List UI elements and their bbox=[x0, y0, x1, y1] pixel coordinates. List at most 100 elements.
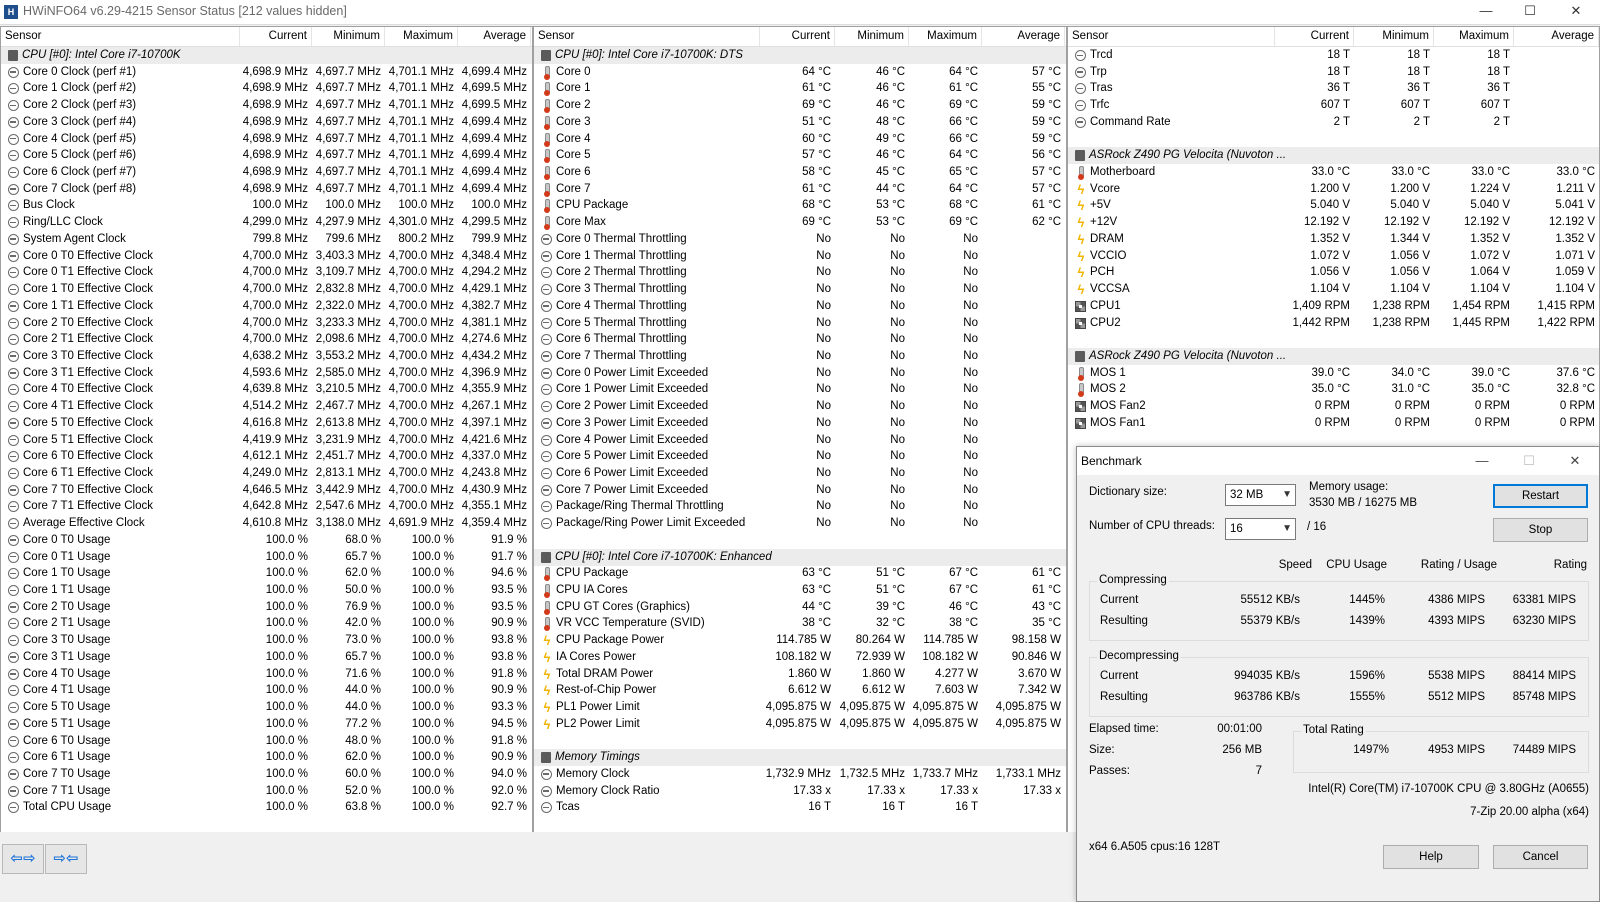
sensor-row[interactable]: MOS 2 35.0 °C 31.0 °C 35.0 °C 32.8 °C bbox=[1068, 381, 1599, 398]
sensor-row[interactable]: Core 4 T1 Effective Clock 4,514.2 MHz 2,46… bbox=[1, 398, 532, 415]
sensor-row[interactable]: Core 2 T1 Effective Clock 4,700.0 MHz 2,09… bbox=[1, 331, 532, 348]
help-button[interactable]: Help bbox=[1383, 845, 1479, 869]
cancel-button[interactable]: Cancel bbox=[1493, 845, 1588, 869]
sensor-row[interactable]: Core 6 Clock (perf #7) 4,698.9 MHz 4,697.7… bbox=[1, 164, 532, 181]
sensor-group-header[interactable]: CPU [#0]: Intel Core i7-10700K bbox=[1, 47, 532, 64]
sensor-row[interactable]: Core 0 Power Limit Exceeded No No No bbox=[534, 365, 1066, 382]
col-minimum[interactable]: Minimum bbox=[835, 27, 909, 46]
sensor-row[interactable]: Core 5 Thermal Throttling No No No bbox=[534, 315, 1066, 332]
sensor-group-header[interactable]: CPU [#0]: Intel Core i7-10700K: DTS bbox=[534, 47, 1066, 64]
sensor-row[interactable]: Core 1 Power Limit Exceeded No No No bbox=[534, 381, 1066, 398]
benchmark-close-button[interactable]: ✕ bbox=[1555, 449, 1595, 473]
sensor-row[interactable]: Core 0 64 °C 46 °C 64 °C 57 °C bbox=[534, 64, 1066, 81]
sensor-row[interactable]: Core 6 T1 Effective Clock 4,249.0 MHz 2,81… bbox=[1, 465, 532, 482]
sensor-row[interactable]: Package/Ring Power Limit Exceeded No No No bbox=[534, 515, 1066, 532]
sensor-row[interactable]: CPU1 1,409 RPM 1,238 RPM 1,454 RPM 1,415 RPM bbox=[1068, 298, 1599, 315]
nav-collapse-button[interactable]: ⇨⇦ bbox=[45, 844, 87, 874]
col-average[interactable]: Average bbox=[458, 27, 531, 46]
sensor-row[interactable]: Core 0 Clock (perf #1) 4,698.9 MHz 4,697.7… bbox=[1, 64, 532, 81]
sensor-row[interactable]: CPU2 1,442 RPM 1,238 RPM 1,445 RPM 1,422 RPM bbox=[1068, 315, 1599, 332]
sensor-row[interactable]: Core 3 T1 Effective Clock 4,593.6 MHz 2,58… bbox=[1, 365, 532, 382]
sensor-row[interactable]: Total CPU Usage 100.0 % 63.8 % 100.0 % 92.7 … bbox=[1, 799, 532, 816]
sensor-row[interactable]: Core 5 Power Limit Exceeded No No No bbox=[534, 448, 1066, 465]
sensor-row[interactable]: System Agent Clock 799.8 MHz 799.6 MHz 800.… bbox=[1, 231, 532, 248]
sensor-row[interactable]: Core 5 T0 Effective Clock 4,616.8 MHz 2,61… bbox=[1, 415, 532, 432]
sensor-row[interactable]: Package/Ring Thermal Throttling No No No bbox=[534, 498, 1066, 515]
sensor-row[interactable]: Core 2 Clock (perf #3) 4,698.9 MHz 4,697.7… bbox=[1, 97, 532, 114]
sensor-row[interactable]: Core 7 Power Limit Exceeded No No No bbox=[534, 482, 1066, 499]
col-current[interactable]: Current bbox=[1275, 27, 1354, 46]
sensor-row[interactable]: Memory Clock 1,732.9 MHz 1,732.5 MHz 1,733.… bbox=[534, 766, 1066, 783]
sensor-row[interactable]: Core 4 T0 Effective Clock 4,639.8 MHz 3,21… bbox=[1, 381, 532, 398]
minimize-button[interactable]: — bbox=[1466, 0, 1506, 24]
sensor-row[interactable]: Core 6 Power Limit Exceeded No No No bbox=[534, 465, 1066, 482]
sensor-row[interactable]: Core 1 T0 Effective Clock 4,700.0 MHz 2,83… bbox=[1, 281, 532, 298]
sensor-row[interactable]: Core 3 T0 Usage 100.0 % 73.0 % 100.0 % 93.8 … bbox=[1, 632, 532, 649]
sensor-row[interactable]: Core 3 Thermal Throttling No No No bbox=[534, 281, 1066, 298]
sensor-row[interactable]: Core 7 T0 Usage 100.0 % 60.0 % 100.0 % 94.0 … bbox=[1, 766, 532, 783]
sensor-row[interactable]: ϟ PL2 Power Limit 4,095.875 W 4,095.875 W 4,… bbox=[534, 716, 1066, 733]
sensor-row[interactable]: Core 2 T1 Usage 100.0 % 42.0 % 100.0 % 90.9 … bbox=[1, 615, 532, 632]
sensor-group-header[interactable]: ASRock Z490 PG Velocita (Nuvoton ... bbox=[1068, 347, 1599, 365]
sensor-row[interactable]: Core 7 T1 Effective Clock 4,642.8 MHz 2,54… bbox=[1, 498, 532, 515]
sensor-row[interactable]: Core 0 T0 Usage 100.0 % 68.0 % 100.0 % 91.9 … bbox=[1, 532, 532, 549]
col-current[interactable]: Current bbox=[760, 27, 835, 46]
sensor-row[interactable]: Core 6 T0 Usage 100.0 % 48.0 % 100.0 % 91.8 … bbox=[1, 733, 532, 750]
cpu-threads-select[interactable]: 16 ▼ bbox=[1225, 518, 1296, 540]
sensor-row[interactable]: Core 7 61 °C 44 °C 64 °C 57 °C bbox=[534, 181, 1066, 198]
sensor-row[interactable]: Core 5 Clock (perf #6) 4,698.9 MHz 4,697.7… bbox=[1, 147, 532, 164]
sensor-row[interactable]: Core 4 60 °C 49 °C 66 °C 59 °C bbox=[534, 131, 1066, 148]
sensor-row[interactable]: Core 4 Clock (perf #5) 4,698.9 MHz 4,697.7… bbox=[1, 131, 532, 148]
sensor-row[interactable]: MOS Fan2 0 RPM 0 RPM 0 RPM 0 RPM bbox=[1068, 398, 1599, 415]
sensor-row[interactable]: Core 5 T1 Effective Clock 4,419.9 MHz 3,23… bbox=[1, 432, 532, 449]
sensor-row[interactable]: Core 0 T1 Effective Clock 4,700.0 MHz 3,10… bbox=[1, 264, 532, 281]
sensor-row[interactable]: Command Rate 2 T 2 T 2 T bbox=[1068, 114, 1599, 131]
sensor-row[interactable]: Core 7 Clock (perf #8) 4,698.9 MHz 4,697.7… bbox=[1, 181, 532, 198]
sensor-row[interactable]: Ring/LLC Clock 4,299.0 MHz 4,297.9 MHz 4,30… bbox=[1, 214, 532, 231]
sensor-group-header[interactable]: Memory Timings bbox=[534, 749, 1066, 767]
sensor-row[interactable]: VR VCC Temperature (SVID) 38 °C 32 °C 38 °C… bbox=[534, 615, 1066, 632]
sensor-row[interactable]: Core 0 T0 Effective Clock 4,700.0 MHz 3,40… bbox=[1, 248, 532, 265]
col-minimum[interactable]: Minimum bbox=[312, 27, 385, 46]
sensor-row[interactable]: Core 7 T0 Effective Clock 4,646.5 MHz 3,44… bbox=[1, 482, 532, 499]
sensor-row[interactable]: ϟ Vcore 1.200 V 1.200 V 1.224 V 1.211 V bbox=[1068, 181, 1599, 198]
sensor-row[interactable]: Tcas 16 T 16 T 16 T bbox=[534, 799, 1066, 816]
sensor-row[interactable]: CPU IA Cores 63 °C 51 °C 67 °C 61 °C bbox=[534, 582, 1066, 599]
sensor-row[interactable]: Core 5 T0 Usage 100.0 % 44.0 % 100.0 % 93.3 … bbox=[1, 699, 532, 716]
sensor-row[interactable]: Tras 36 T 36 T 36 T bbox=[1068, 80, 1599, 97]
col-sensor[interactable]: Sensor bbox=[1068, 27, 1275, 46]
sensor-row[interactable]: Core 6 T0 Effective Clock 4,612.1 MHz 2,45… bbox=[1, 448, 532, 465]
sensor-row[interactable]: Core 6 58 °C 45 °C 65 °C 57 °C bbox=[534, 164, 1066, 181]
sensor-row[interactable]: ϟ CPU Package Power 114.785 W 80.264 W 114.7… bbox=[534, 632, 1066, 649]
sensor-row[interactable]: Core 1 61 °C 46 °C 61 °C 55 °C bbox=[534, 80, 1066, 97]
sensor-row[interactable]: Core 1 T0 Usage 100.0 % 62.0 % 100.0 % 94.6 … bbox=[1, 565, 532, 582]
sensor-row[interactable]: CPU Package 68 °C 53 °C 68 °C 61 °C bbox=[534, 197, 1066, 214]
sensor-row[interactable]: Core 1 Thermal Throttling No No No bbox=[534, 248, 1066, 265]
col-sensor[interactable]: Sensor bbox=[1, 27, 240, 46]
sensor-row[interactable]: Core 6 T1 Usage 100.0 % 62.0 % 100.0 % 90.9 … bbox=[1, 749, 532, 766]
sensor-row[interactable]: ϟ PCH 1.056 V 1.056 V 1.064 V 1.059 V bbox=[1068, 264, 1599, 281]
restart-button[interactable]: Restart bbox=[1493, 484, 1588, 508]
sensor-row[interactable]: Core 2 Power Limit Exceeded No No No bbox=[534, 398, 1066, 415]
sensor-row[interactable]: Core 3 T0 Effective Clock 4,638.2 MHz 3,55… bbox=[1, 348, 532, 365]
sensor-row[interactable]: Trfc 607 T 607 T 607 T bbox=[1068, 97, 1599, 114]
sensor-row[interactable]: ϟ Total DRAM Power 1.860 W 1.860 W 4.277 W 3.… bbox=[534, 666, 1066, 683]
sensor-row[interactable]: ϟ +12V 12.192 V 12.192 V 12.192 V 12.192 V bbox=[1068, 214, 1599, 231]
stop-button[interactable]: Stop bbox=[1493, 518, 1588, 542]
sensor-row[interactable]: Core 4 T0 Usage 100.0 % 71.6 % 100.0 % 91.8 … bbox=[1, 666, 532, 683]
col-maximum[interactable]: Maximum bbox=[909, 27, 982, 46]
sensor-row[interactable]: Bus Clock 100.0 MHz 100.0 MHz 100.0 MHz 100.… bbox=[1, 197, 532, 214]
col-maximum[interactable]: Maximum bbox=[1434, 27, 1514, 46]
sensor-row[interactable]: MOS Fan1 0 RPM 0 RPM 0 RPM 0 RPM bbox=[1068, 415, 1599, 432]
sensor-row[interactable]: CPU Package 63 °C 51 °C 67 °C 61 °C bbox=[534, 565, 1066, 582]
sensor-row[interactable]: Core 1 T1 Usage 100.0 % 50.0 % 100.0 % 93.5 … bbox=[1, 582, 532, 599]
sensor-row[interactable]: MOS 1 39.0 °C 34.0 °C 39.0 °C 37.6 °C bbox=[1068, 365, 1599, 382]
sensor-row[interactable]: Core 0 T1 Usage 100.0 % 65.7 % 100.0 % 91.7 … bbox=[1, 549, 532, 566]
sensor-row[interactable]: Core 3 T1 Usage 100.0 % 65.7 % 100.0 % 93.8 … bbox=[1, 649, 532, 666]
sensor-row[interactable]: Core 6 Thermal Throttling No No No bbox=[534, 331, 1066, 348]
sensor-row[interactable]: Trp 18 T 18 T 18 T bbox=[1068, 64, 1599, 81]
maximize-button[interactable]: ☐ bbox=[1510, 0, 1550, 24]
col-minimum[interactable]: Minimum bbox=[1354, 27, 1434, 46]
col-average[interactable]: Average bbox=[1514, 27, 1599, 46]
sensor-row[interactable]: Motherboard 33.0 °C 33.0 °C 33.0 °C 33.0 °C bbox=[1068, 164, 1599, 181]
